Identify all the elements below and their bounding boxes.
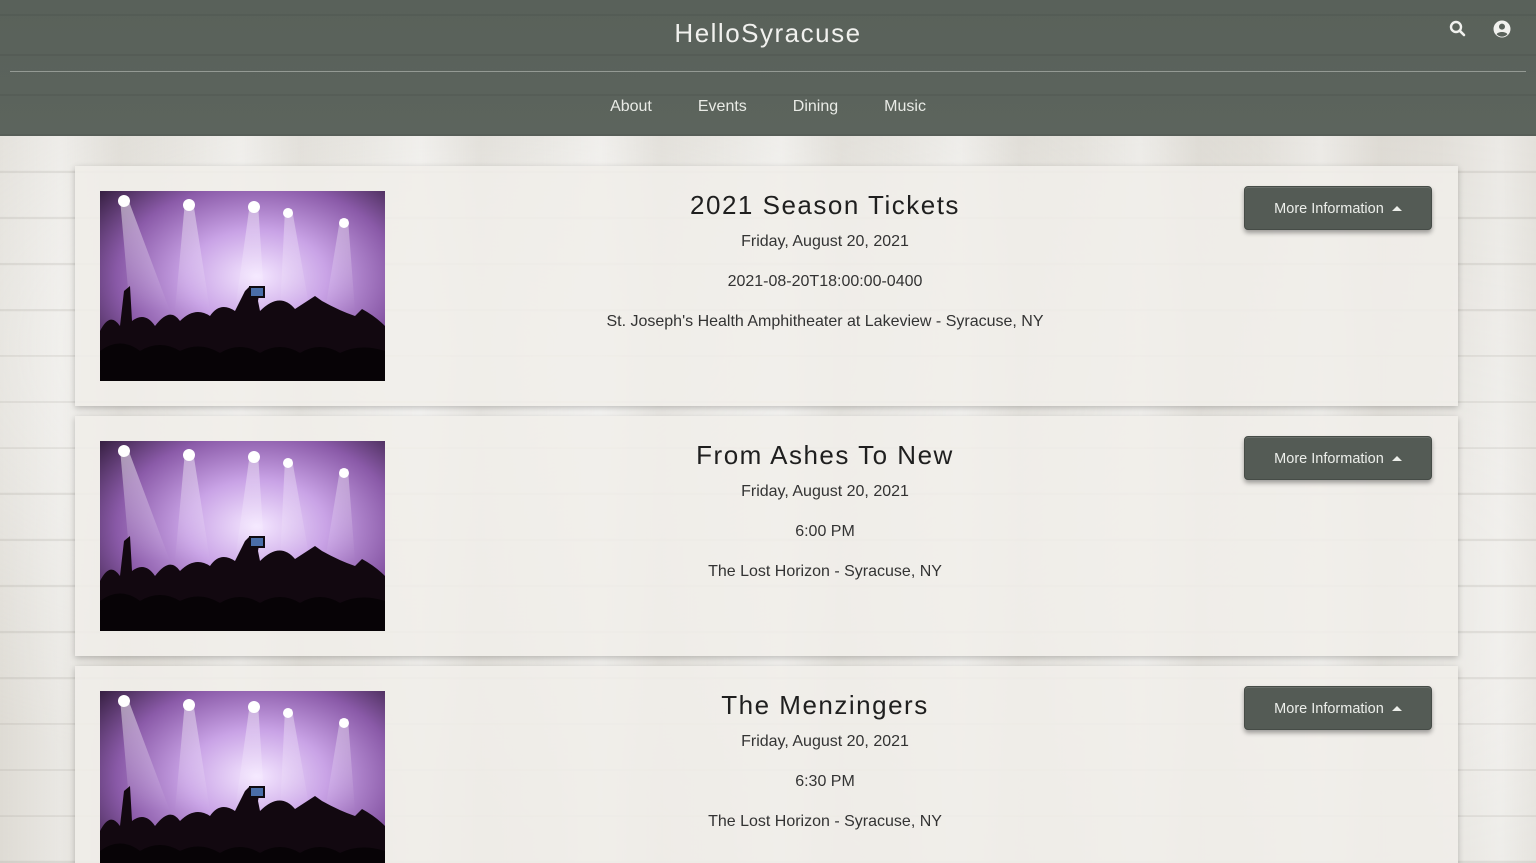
event-venue: The Lost Horizon - Syracuse, NY <box>708 563 942 580</box>
event-card: The Menzingers Friday, August 20, 2021 6… <box>75 666 1458 863</box>
event-venue: St. Joseph's Health Amphitheater at Lake… <box>606 313 1044 330</box>
event-details: From Ashes To New Friday, August 20, 202… <box>475 438 1175 600</box>
event-image[interactable] <box>100 691 385 863</box>
event-image[interactable] <box>100 441 385 631</box>
event-title[interactable]: 2021 Season Tickets <box>475 188 1175 222</box>
caret-up-icon <box>1391 706 1402 711</box>
event-card: 2021 Season Tickets Friday, August 20, 2… <box>75 166 1458 406</box>
user-circle-icon[interactable] <box>1492 19 1512 39</box>
caret-up-icon <box>1391 456 1402 461</box>
more-information-button[interactable]: More Information <box>1244 686 1432 730</box>
event-time: 6:00 PM <box>795 523 855 540</box>
event-card: From Ashes To New Friday, August 20, 202… <box>75 416 1458 656</box>
event-details: The Menzingers Friday, August 20, 2021 6… <box>475 688 1175 850</box>
brand-logo[interactable]: HelloSyracuse <box>0 18 1536 49</box>
event-image[interactable] <box>100 191 385 381</box>
header-divider <box>10 71 1526 72</box>
event-date: Friday, August 20, 2021 <box>741 233 909 250</box>
event-title[interactable]: The Menzingers <box>475 688 1175 722</box>
nav-dining[interactable]: Dining <box>770 96 861 118</box>
site-header: HelloSyracuse About Events Dining Music <box>0 0 1536 136</box>
nav-music[interactable]: Music <box>861 96 949 118</box>
more-information-label: More Information <box>1274 201 1384 217</box>
caret-up-icon <box>1391 206 1402 211</box>
more-information-button[interactable]: More Information <box>1244 186 1432 230</box>
nav-events[interactable]: Events <box>675 96 770 118</box>
main-nav: About Events Dining Music <box>0 96 1536 118</box>
event-date: Friday, August 20, 2021 <box>741 733 909 750</box>
event-title[interactable]: From Ashes To New <box>475 438 1175 472</box>
more-information-label: More Information <box>1274 701 1384 717</box>
more-information-button[interactable]: More Information <box>1244 436 1432 480</box>
more-information-label: More Information <box>1274 451 1384 467</box>
event-time: 6:30 PM <box>795 773 855 790</box>
event-venue: The Lost Horizon - Syracuse, NY <box>708 813 942 830</box>
nav-about[interactable]: About <box>587 96 675 118</box>
brand-light-text: Hello <box>674 18 742 48</box>
event-details: 2021 Season Tickets Friday, August 20, 2… <box>475 188 1175 350</box>
event-date: Friday, August 20, 2021 <box>741 483 909 500</box>
search-icon[interactable] <box>1448 19 1468 39</box>
brand-bold-text: Syracuse <box>741 18 862 48</box>
event-time: 2021-08-20T18:00:00-0400 <box>727 273 923 290</box>
